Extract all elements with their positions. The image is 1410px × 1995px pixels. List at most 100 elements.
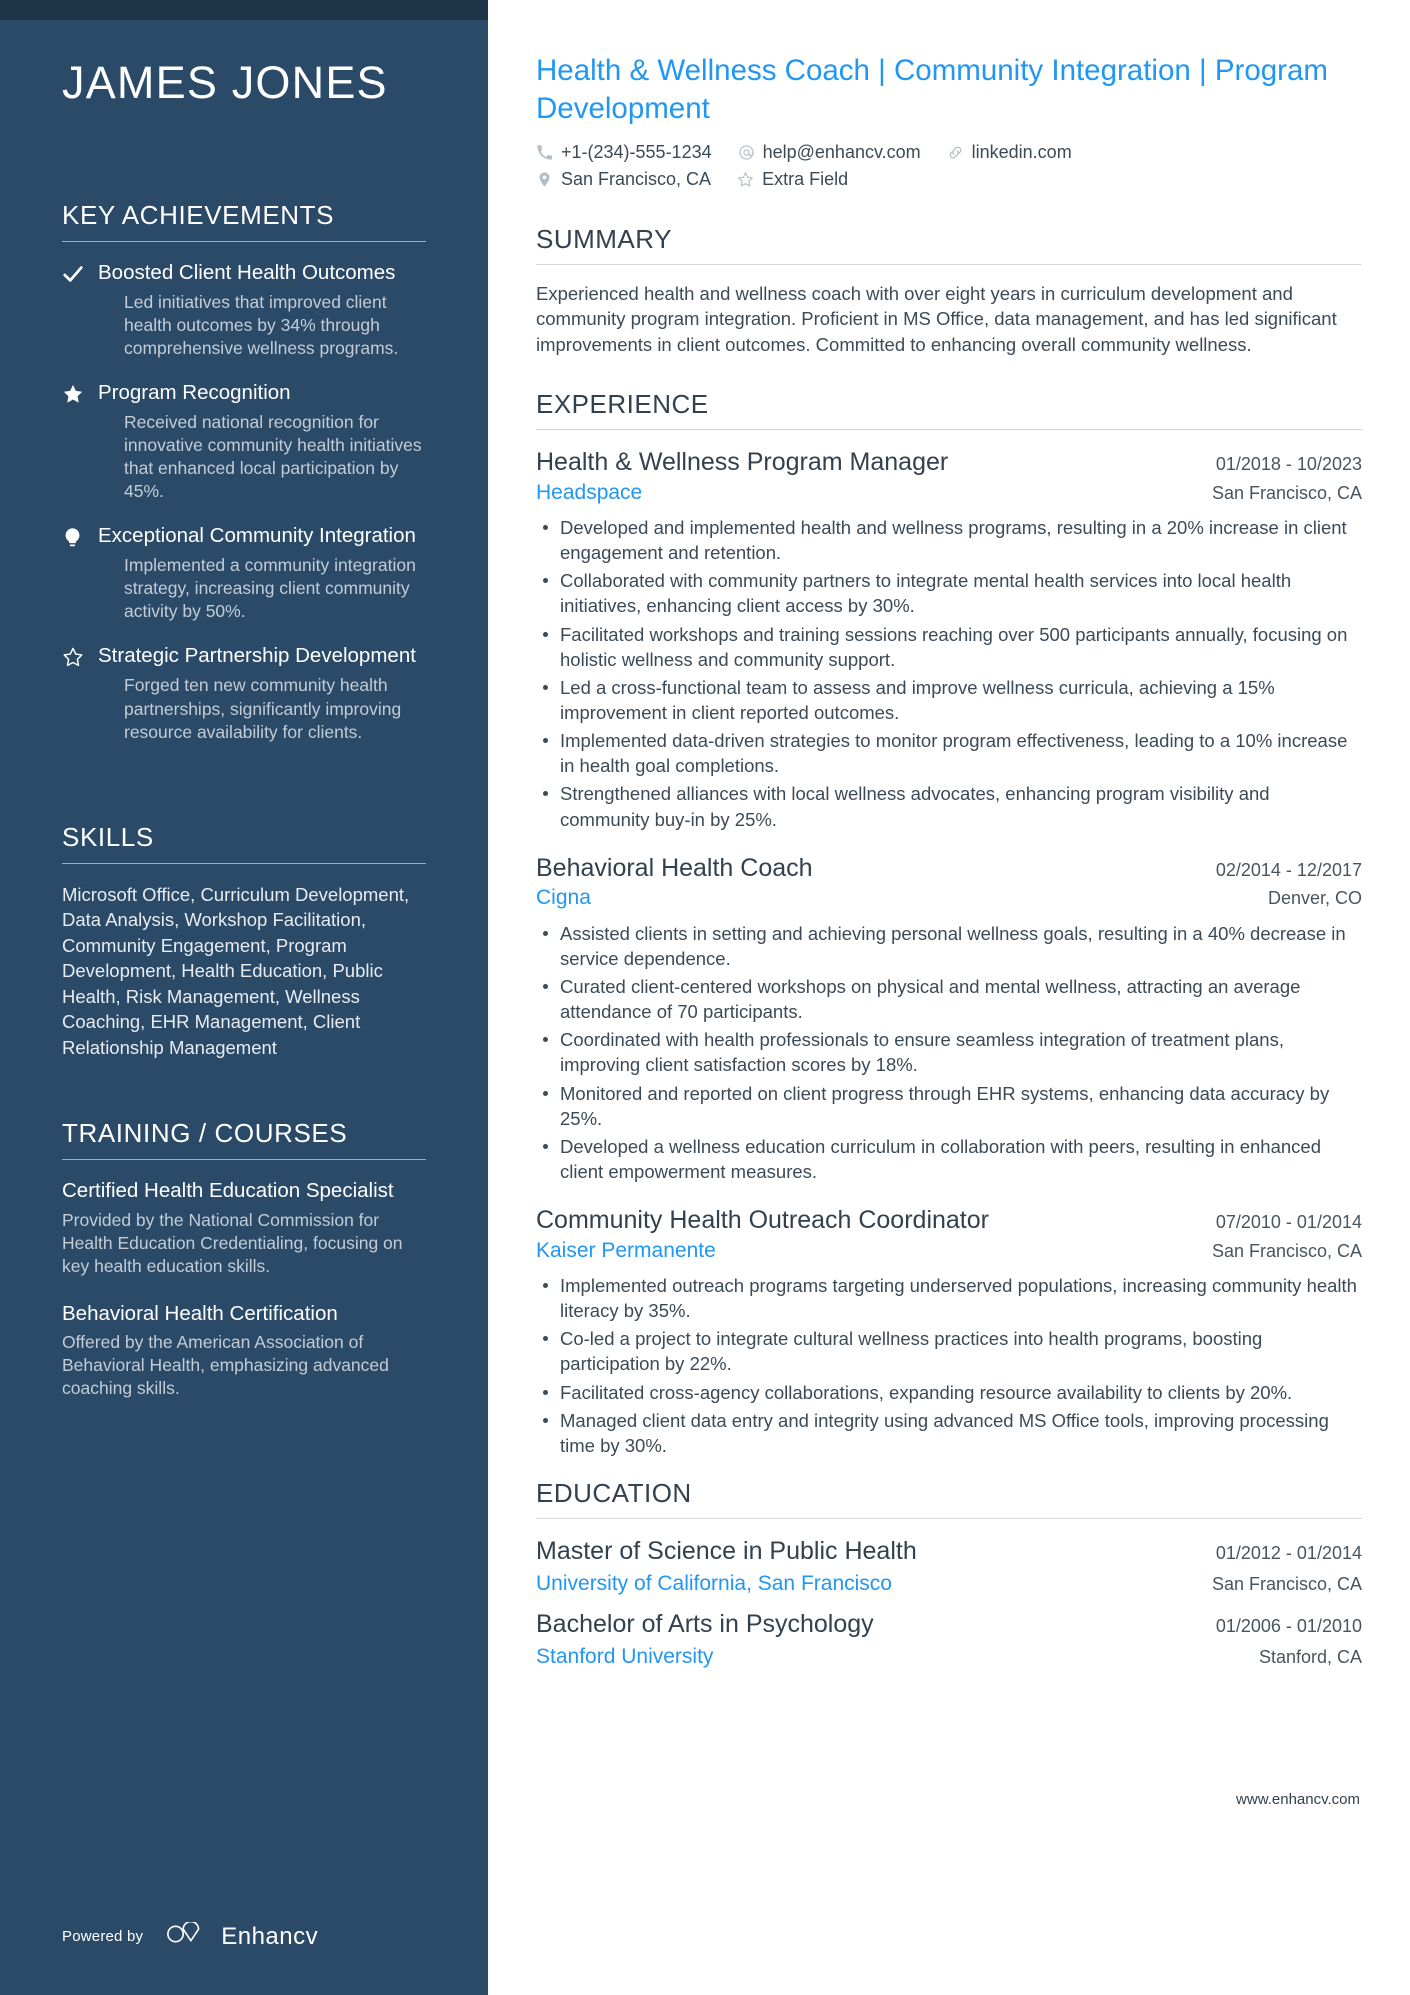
summary-text: Experienced health and wellness coach wi… (536, 282, 1337, 355)
job-bullet-list: Assisted clients in setting and achievin… (536, 921, 1362, 1185)
course-description: Offered by the American Association of B… (62, 1331, 389, 1399)
experience-company-row: Cigna Denver, CO (536, 884, 1362, 912)
job-bullet: Facilitated cross-agency collaborations,… (536, 1380, 1362, 1405)
degree-title: Master of Science in Public Health (536, 1537, 917, 1566)
professional-headline: Health & Wellness Coach | Community Inte… (536, 54, 1328, 125)
check-icon (62, 260, 98, 285)
experience-title-row: Health & Wellness Program Manager 01/201… (536, 446, 1362, 479)
contact-extra-field-value: Extra Field (762, 168, 849, 189)
training-courses-heading: TRAINING / COURSES (62, 1118, 348, 1149)
achievement-title: Exceptional Community Integration (98, 524, 416, 548)
star-filled-icon (62, 380, 98, 405)
education-item: Bachelor of Arts in Psychology 01/2006 -… (536, 1608, 1362, 1671)
achievement-item: Exceptional Community Integration Implem… (62, 523, 426, 623)
star-outline-icon (737, 171, 754, 188)
course-title: Certified Health Education Specialist (62, 1179, 394, 1203)
degree-dates: 01/2006 - 01/2010 (1215, 1616, 1362, 1637)
location-pin-icon (536, 171, 553, 188)
degree-title: Bachelor of Arts in Psychology (536, 1610, 874, 1639)
job-bullet: Collaborated with community partners to … (536, 568, 1362, 618)
achievement-description: Received national recognition for innova… (124, 411, 422, 502)
achievement-title: Boosted Client Health Outcomes (98, 260, 396, 284)
contact-email: help@enhancv.com (738, 142, 921, 163)
sidebar-footer: Powered by Enhancv (62, 1862, 426, 1995)
section-divider (62, 240, 426, 242)
job-company[interactable]: Headspace (536, 479, 642, 507)
education-item: Master of Science in Public Health 01/20… (536, 1535, 1362, 1598)
contact-phone: +1-(234)-555-1234 (536, 142, 712, 163)
course-title: Behavioral Health Certification (62, 1301, 338, 1325)
experience-company-row: Kaiser Permanente San Francisco, CA (536, 1237, 1362, 1265)
experience-section: EXPERIENCE Health & Wellness Program Man… (536, 389, 1362, 1458)
job-location: San Francisco, CA (1211, 482, 1362, 503)
job-bullet: Curated client-centered workshops on phy… (536, 974, 1362, 1024)
job-location: Denver, CO (1267, 888, 1362, 909)
education-degree-row: Master of Science in Public Health 01/20… (536, 1535, 1362, 1569)
training-courses-section: TRAINING / COURSES Certified Health Educ… (62, 1118, 426, 1422)
job-bullet-list: Developed and implemented health and wel… (536, 515, 1362, 832)
resume-page: JAMES JONES KEY ACHIEVEMENTS Boosted Cli… (0, 0, 1410, 1995)
contact-email-value: help@enhancv.com (762, 141, 921, 162)
achievement-description: Forged ten new community health partners… (124, 675, 402, 742)
section-divider (536, 263, 1362, 265)
sidebar-top-bar (0, 0, 488, 20)
job-company[interactable]: Cigna (536, 884, 591, 912)
section-divider (62, 862, 426, 864)
job-title: Health & Wellness Program Manager (536, 448, 949, 477)
course-item: Behavioral Health Certification Offered … (62, 1301, 426, 1401)
job-bullet: Implemented data-driven strategies to mo… (536, 728, 1362, 778)
enhancv-mark-icon (165, 1920, 211, 1951)
contact-info: +1-(234)-555-1234 help@enhancv.com linke… (536, 142, 1156, 190)
skills-section: SKILLS Microsoft Office, Curriculum Deve… (62, 822, 426, 1061)
job-bullet: Coordinated with health professionals to… (536, 1027, 1362, 1077)
experience-title-row: Community Health Outreach Coordinator 07… (536, 1204, 1362, 1237)
job-bullet: Developed a wellness education curriculu… (536, 1134, 1362, 1184)
contact-location: San Francisco, CA (536, 169, 711, 190)
education-school-row: University of California, San Francisco … (536, 1569, 1362, 1598)
job-company[interactable]: Kaiser Permanente (536, 1237, 716, 1265)
email-icon (738, 144, 755, 161)
education-school-row: Stanford University Stanford, CA (536, 1642, 1362, 1671)
job-dates: 07/2010 - 01/2014 (1215, 1212, 1362, 1233)
experience-item: Community Health Outreach Coordinator 07… (536, 1204, 1362, 1458)
job-title: Community Health Outreach Coordinator (536, 1206, 989, 1235)
achievement-title: Strategic Partnership Development (98, 644, 416, 668)
contact-phone-value: +1-(234)-555-1234 (561, 141, 712, 162)
section-divider (536, 1518, 1362, 1520)
achievement-item: Boosted Client Health Outcomes Led initi… (62, 260, 426, 360)
summary-heading: SUMMARY (536, 223, 672, 254)
enhancv-logo: Enhancv (165, 1920, 319, 1951)
enhancv-wordmark: Enhancv (221, 1922, 319, 1950)
link-icon (947, 144, 964, 161)
job-location: San Francisco, CA (1211, 1240, 1362, 1261)
education-heading: EDUCATION (536, 1478, 692, 1509)
achievement-description: Led initiatives that improved client hea… (124, 291, 399, 358)
achievement-description: Implemented a community integration stra… (124, 555, 416, 622)
star-outline-icon (62, 643, 98, 668)
job-bullet: Co-led a project to integrate cultural w… (536, 1326, 1362, 1376)
degree-dates: 01/2012 - 01/2014 (1215, 1543, 1362, 1564)
job-bullet: Implemented outreach programs targeting … (536, 1273, 1362, 1323)
contact-location-value: San Francisco, CA (561, 168, 712, 189)
key-achievements-section: KEY ACHIEVEMENTS Boosted Client Health O… (62, 200, 426, 764)
achievement-item: Strategic Partnership Development Forged… (62, 643, 426, 743)
school-name[interactable]: Stanford University (536, 1642, 713, 1671)
achievement-title: Program Recognition (98, 380, 291, 404)
key-achievements-heading: KEY ACHIEVEMENTS (62, 199, 335, 230)
job-bullet: Monitored and reported on client progres… (536, 1081, 1362, 1131)
job-bullet: Assisted clients in setting and achievin… (536, 921, 1362, 971)
candidate-name: JAMES JONES (62, 57, 388, 108)
job-bullet: Facilitated workshops and training sessi… (536, 622, 1362, 672)
skills-heading: SKILLS (62, 821, 154, 852)
contact-extra-field: Extra Field (737, 169, 848, 190)
education-section: EDUCATION Master of Science in Public He… (536, 1478, 1362, 1671)
section-divider (536, 429, 1362, 431)
school-name[interactable]: University of California, San Francisco (536, 1569, 892, 1598)
summary-section: SUMMARY Experienced health and wellness … (536, 224, 1362, 358)
phone-icon (536, 144, 553, 161)
job-bullet: Managed client data entry and integrity … (536, 1408, 1362, 1458)
education-degree-row: Bachelor of Arts in Psychology 01/2006 -… (536, 1608, 1362, 1642)
school-location: San Francisco, CA (1211, 1573, 1362, 1594)
job-bullet-list: Implemented outreach programs targeting … (536, 1273, 1362, 1458)
course-description: Provided by the National Commission for … (62, 1209, 403, 1277)
